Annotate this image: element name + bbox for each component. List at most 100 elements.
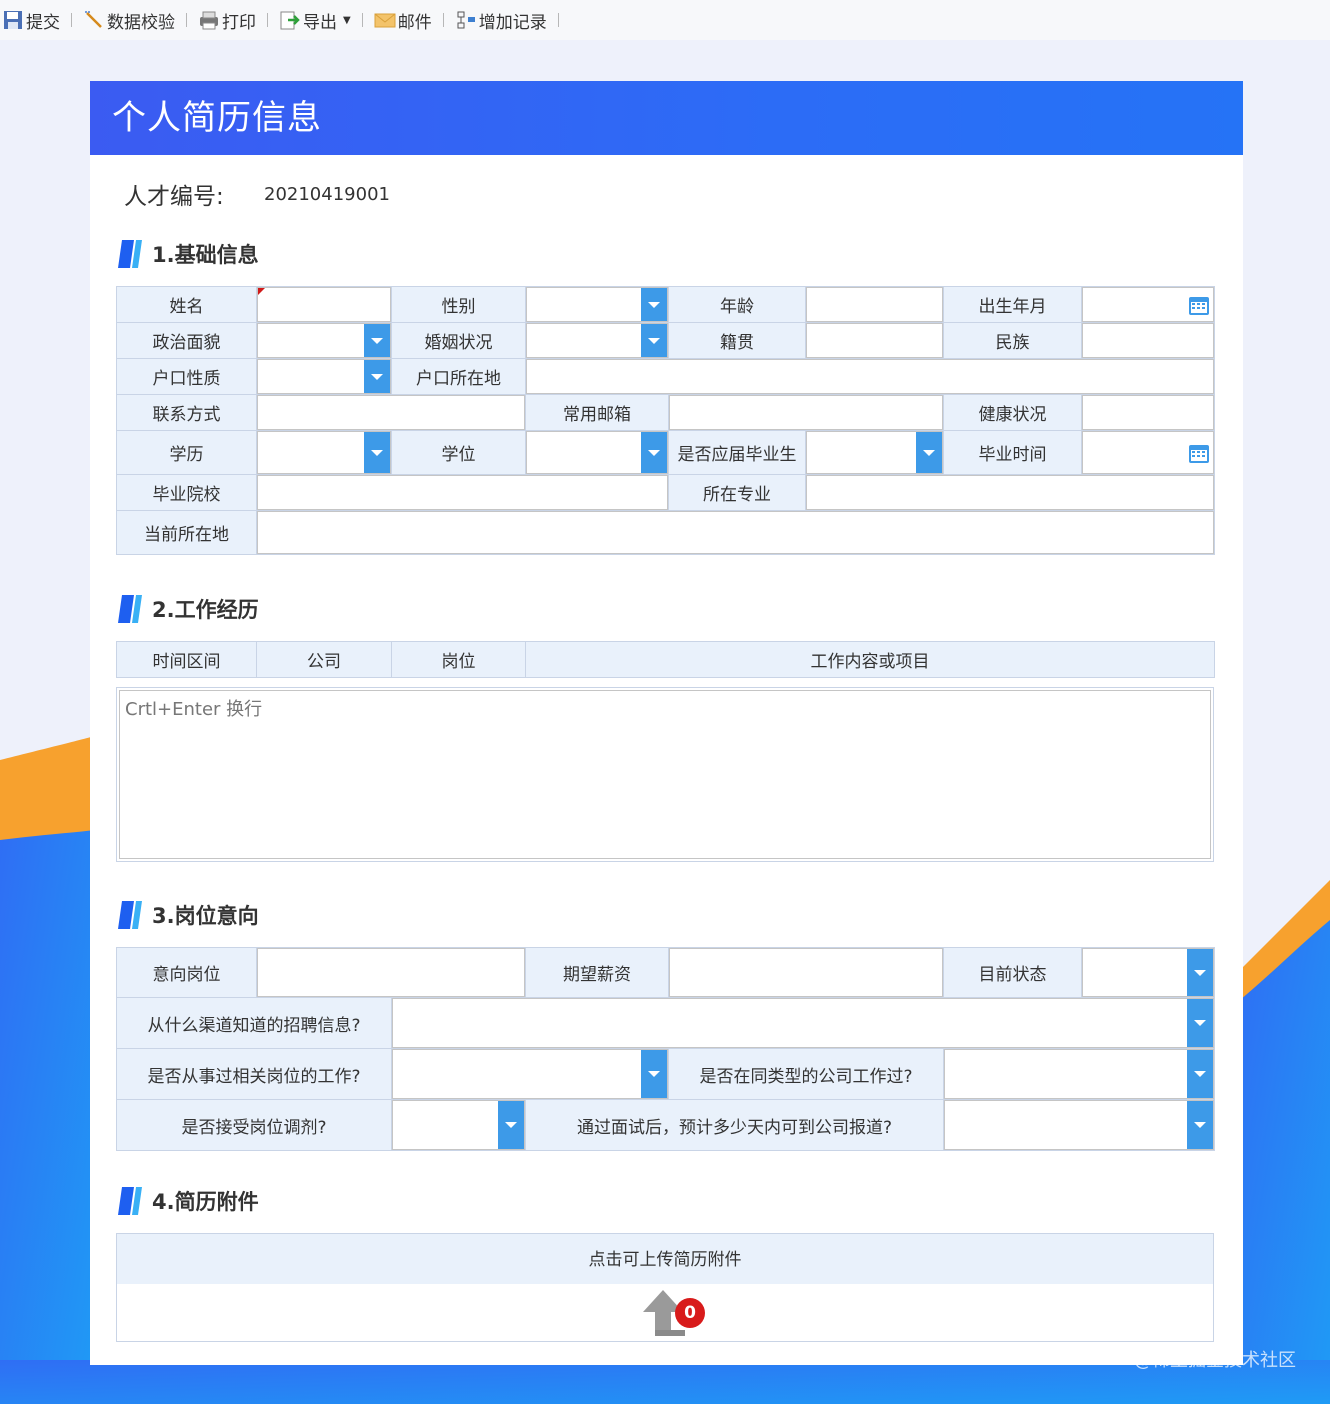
location-input[interactable] (257, 511, 1214, 554)
work-col-content: 工作内容或项目 (525, 641, 1215, 678)
education-select[interactable] (257, 431, 391, 474)
chevron-down-icon[interactable] (1187, 1101, 1213, 1149)
chevron-down-icon[interactable] (1187, 999, 1213, 1047)
work-history-area: Crtl+Enter 换行 (116, 687, 1214, 862)
section-work-label: 2.工作经历 (152, 598, 259, 622)
location-label: 当前所在地 (116, 510, 257, 555)
status-label: 目前状态 (943, 947, 1082, 998)
work-col-period: 时间区间 (116, 641, 257, 678)
section-marker-icon (118, 1187, 142, 1215)
education-label: 学历 (116, 430, 257, 475)
chevron-down-icon: ▼ (343, 14, 351, 26)
validate-label: 数据校验 (107, 12, 175, 33)
export-button[interactable]: 导出 ▼ (279, 5, 351, 35)
toolbar-divider (442, 13, 444, 27)
school-input[interactable] (257, 475, 668, 510)
mail-button[interactable]: 邮件 (374, 5, 432, 35)
channel-select[interactable] (392, 998, 1214, 1048)
submit-button[interactable]: 提交 (2, 5, 60, 35)
adjust-select[interactable] (392, 1100, 525, 1150)
fresh-grad-select[interactable] (806, 431, 943, 474)
chevron-down-icon[interactable] (364, 432, 390, 473)
degree-select[interactable] (526, 431, 668, 474)
submit-label: 提交 (26, 12, 60, 33)
chevron-down-icon[interactable] (1187, 1050, 1213, 1098)
attach-header: 点击可上传简历附件 (116, 1233, 1214, 1285)
print-button[interactable]: 打印 (198, 5, 256, 35)
health-input[interactable] (1082, 395, 1214, 430)
work-col-company: 公司 (256, 641, 392, 678)
marital-label: 婚姻状况 (391, 322, 526, 359)
talent-id-row: 人才编号: 20210419001 (124, 177, 390, 211)
hukou-type-select[interactable] (257, 359, 391, 394)
toolbar-divider (71, 13, 72, 27)
adjust-label: 是否接受岗位调剂? (116, 1099, 392, 1151)
add-record-icon (457, 11, 475, 29)
chevron-down-icon[interactable] (364, 324, 390, 357)
hukou-place-input[interactable] (526, 359, 1214, 394)
chevron-down-icon[interactable] (916, 432, 942, 473)
chevron-down-icon[interactable] (498, 1101, 524, 1149)
status-select[interactable] (1082, 948, 1214, 997)
related-select[interactable] (392, 1049, 668, 1099)
contact-input[interactable] (257, 395, 525, 430)
attach-body: 0 (116, 1284, 1214, 1342)
school-label: 毕业院校 (116, 474, 257, 511)
mail-label: 邮件 (397, 12, 432, 33)
resume-card: 个人简历信息 人才编号: 20210419001 1.基础信息 姓名 性别 年龄… (90, 81, 1243, 1365)
native-label: 籍贯 (668, 322, 806, 359)
report-days-select[interactable] (944, 1100, 1214, 1150)
export-label: 导出 (303, 12, 337, 33)
age-input[interactable] (806, 287, 943, 322)
add-record-button[interactable]: 增加记录 (455, 5, 547, 35)
hukou-place-label: 户口所在地 (391, 358, 526, 395)
work-history-textarea[interactable]: Crtl+Enter 换行 (119, 690, 1211, 859)
chevron-down-icon[interactable] (641, 432, 667, 473)
attach-label: 点击可上传简历附件 (588, 1250, 742, 1270)
chevron-down-icon[interactable] (641, 324, 667, 357)
add-record-label: 增加记录 (478, 12, 547, 33)
fresh-grad-label: 是否应届毕业生 (668, 430, 806, 475)
major-label: 所在专业 (668, 474, 806, 511)
calendar-icon[interactable] (1188, 442, 1210, 464)
contact-label: 联系方式 (116, 394, 257, 431)
save-icon (4, 11, 22, 29)
validate-button[interactable]: 数据校验 (83, 5, 175, 35)
ethnic-label: 民族 (943, 322, 1082, 359)
report-days-label: 通过面试后，预计多少天内可到公司报道? (525, 1099, 944, 1151)
work-col-position: 岗位 (391, 641, 526, 678)
work-history-header: 时间区间 公司 岗位 工作内容或项目 (116, 641, 1215, 678)
printer-icon (200, 11, 218, 30)
mail-icon (374, 13, 396, 28)
age-label: 年龄 (668, 286, 806, 323)
name-input[interactable] (257, 287, 391, 322)
salary-input[interactable] (669, 948, 943, 997)
chevron-down-icon[interactable] (641, 288, 667, 321)
birth-date-input[interactable] (1082, 287, 1214, 322)
birth-label: 出生年月 (943, 286, 1082, 323)
email-label: 常用邮箱 (525, 394, 669, 431)
gender-select[interactable] (526, 287, 668, 322)
same-type-select[interactable] (944, 1049, 1214, 1099)
health-label: 健康状况 (943, 394, 1082, 431)
position-input[interactable] (257, 948, 525, 997)
political-select[interactable] (257, 323, 391, 358)
section-basic-title: 1.基础信息 (118, 238, 259, 270)
major-input[interactable] (806, 475, 1214, 510)
grad-time-input[interactable] (1082, 431, 1214, 474)
chevron-down-icon[interactable] (1187, 949, 1213, 996)
page-title: 个人简历信息 (90, 81, 1243, 155)
ethnic-input[interactable] (1082, 323, 1214, 358)
talent-id-value: 20210419001 (264, 183, 390, 205)
chevron-down-icon[interactable] (641, 1050, 667, 1098)
chevron-down-icon[interactable] (364, 360, 390, 393)
print-label: 打印 (222, 12, 256, 33)
marital-select[interactable] (526, 323, 668, 358)
calendar-icon[interactable] (1188, 294, 1210, 316)
related-label: 是否从事过相关岗位的工作? (116, 1048, 392, 1100)
native-input[interactable] (806, 323, 943, 358)
toolbar-divider (557, 13, 559, 27)
toolbar: 提交 数据校验 打印 导出 ▼ 邮件 增加记录 (0, 0, 1330, 40)
email-input[interactable] (669, 395, 943, 430)
wand-icon (85, 11, 102, 28)
